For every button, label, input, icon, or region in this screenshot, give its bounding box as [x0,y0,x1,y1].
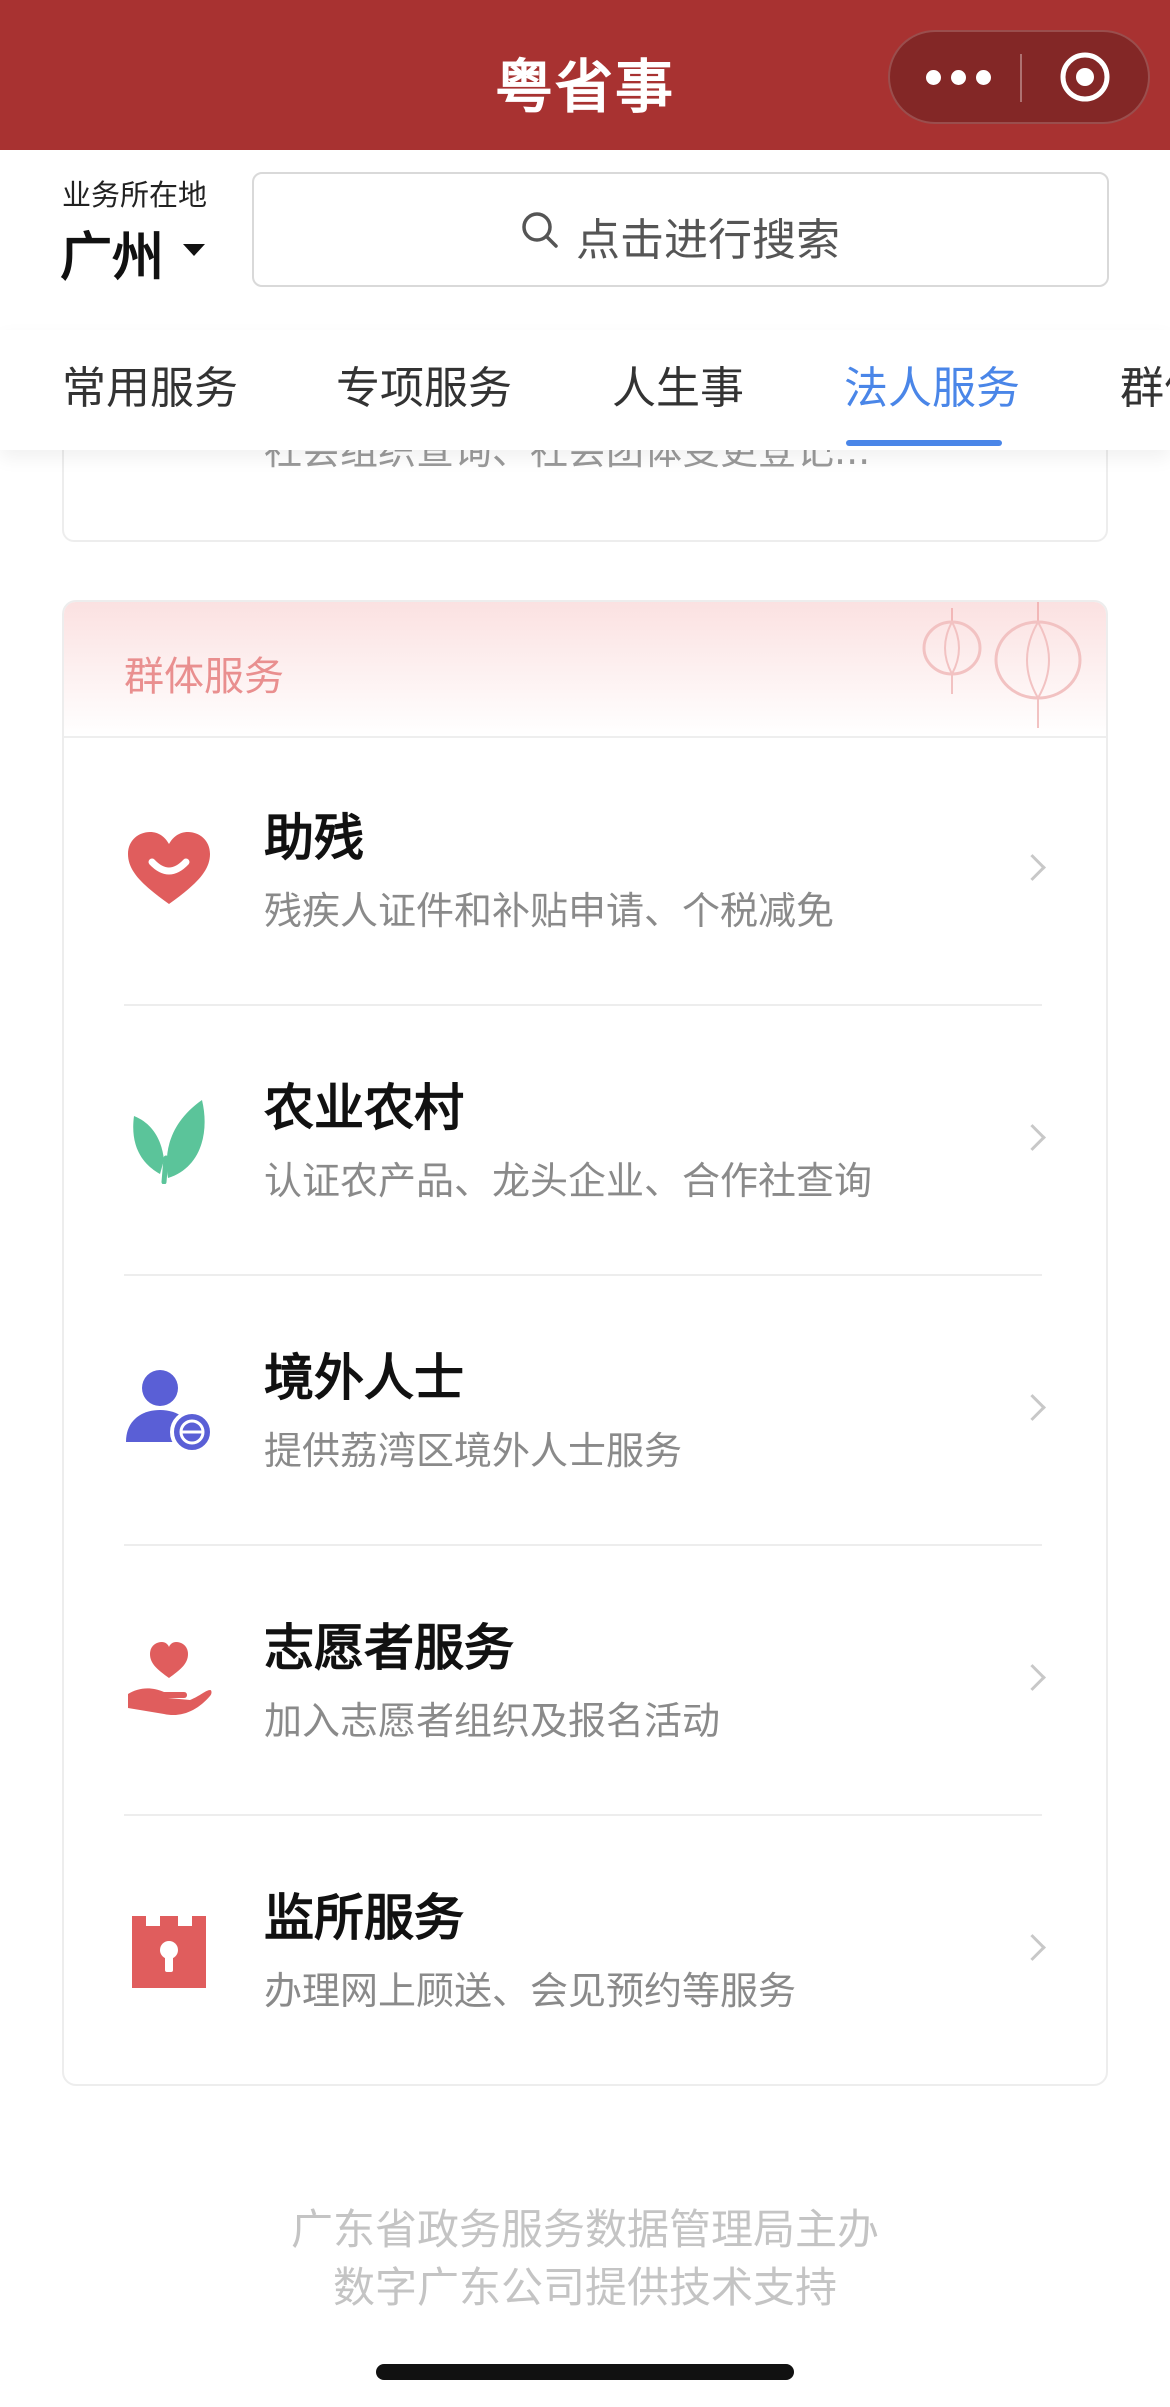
card-header: 群体服务 [64,602,1106,738]
item-title: 志愿者服务 [264,1619,514,1677]
item-title: 境外人士 [264,1349,464,1407]
tab-group-services[interactable]: 群体服务 [1120,352,1170,416]
tab-legal-person-services[interactable]: 法人服务 [844,352,1020,416]
more-menu-icon[interactable] [926,60,1026,96]
footer-support-line: 数字广东公司提供技术支持 [332,2263,837,2312]
service-list: 助残 残疾人证件和补贴申请、个税减免 农业农村 认证农产品、龙头企业、合作社查询 [64,736,1106,2084]
item-title: 农业农村 [264,1079,464,1137]
list-item-foreigners[interactable]: 境外人士 提供荔湾区境外人士服务 [64,1276,1106,1546]
chevron-right-icon [1019,1394,1046,1421]
list-item-disability-aid[interactable]: 助残 残疾人证件和补贴申请、个税减免 [64,736,1106,1006]
person-globe-icon [126,1370,214,1454]
group-services-card: 群体服务 助残 残疾人证件和补贴申请、个税减免 农业农村 认证农产品、龙头企业、… [62,600,1108,2086]
search-icon [522,212,558,248]
location-city-selector[interactable]: 广州 [60,215,164,290]
active-tab-indicator [846,440,1002,446]
hand-heart-icon [128,1642,212,1716]
chevron-right-icon [1019,854,1046,881]
list-item-agriculture[interactable]: 农业农村 认证农产品、龙头企业、合作社查询 [64,1006,1106,1276]
location-label: 业务所在地 [62,178,208,212]
card-title: 群体服务 [124,654,284,700]
top-bar: 粤省事 [0,0,1170,150]
search-box[interactable]: 点击进行搜索 [252,172,1109,287]
caret-down-icon[interactable] [183,244,205,256]
search-placeholder: 点击进行搜索 [576,215,840,266]
list-item-prison-services[interactable]: 监所服务 办理网上顾送、会见预约等服务 [64,1816,1106,2084]
lantern-icon [922,608,982,694]
chevron-right-icon [1019,1934,1046,1961]
close-target-icon[interactable] [1058,50,1112,104]
chevron-right-icon [1019,1124,1046,1151]
tab-common-services[interactable]: 常用服务 [62,352,238,416]
lantern-icon [994,602,1082,728]
tab-special-services[interactable]: 专项服务 [336,352,512,416]
item-title: 监所服务 [264,1889,464,1947]
item-description: 办理网上顾送、会见预约等服务 [264,1969,797,2013]
item-description: 残疾人证件和补贴申请、个税减免 [264,889,835,933]
list-item-volunteer[interactable]: 志愿者服务 加入志愿者组织及报名活动 [64,1546,1106,1816]
mini-program-capsule [888,30,1150,124]
capsule-divider [1020,54,1022,102]
home-indicator[interactable] [376,2364,794,2380]
chevron-right-icon [1019,1664,1046,1691]
heart-smile-icon [128,832,210,904]
prison-icon [132,1916,206,1988]
item-description: 提供荔湾区境外人士服务 [264,1429,683,1473]
tab-life-events[interactable]: 人生事 [612,352,744,416]
footer-sponsor-line: 广东省政务服务数据管理局主办 [290,2205,879,2254]
item-description: 加入志愿者组织及报名活动 [264,1699,721,1743]
leaf-icon [133,1100,205,1184]
item-title: 助残 [264,809,364,867]
item-description: 认证农产品、龙头企业、合作社查询 [264,1159,873,1203]
category-tabs: 常用服务 专项服务 人生事 法人服务 群体服务 [0,330,1170,450]
